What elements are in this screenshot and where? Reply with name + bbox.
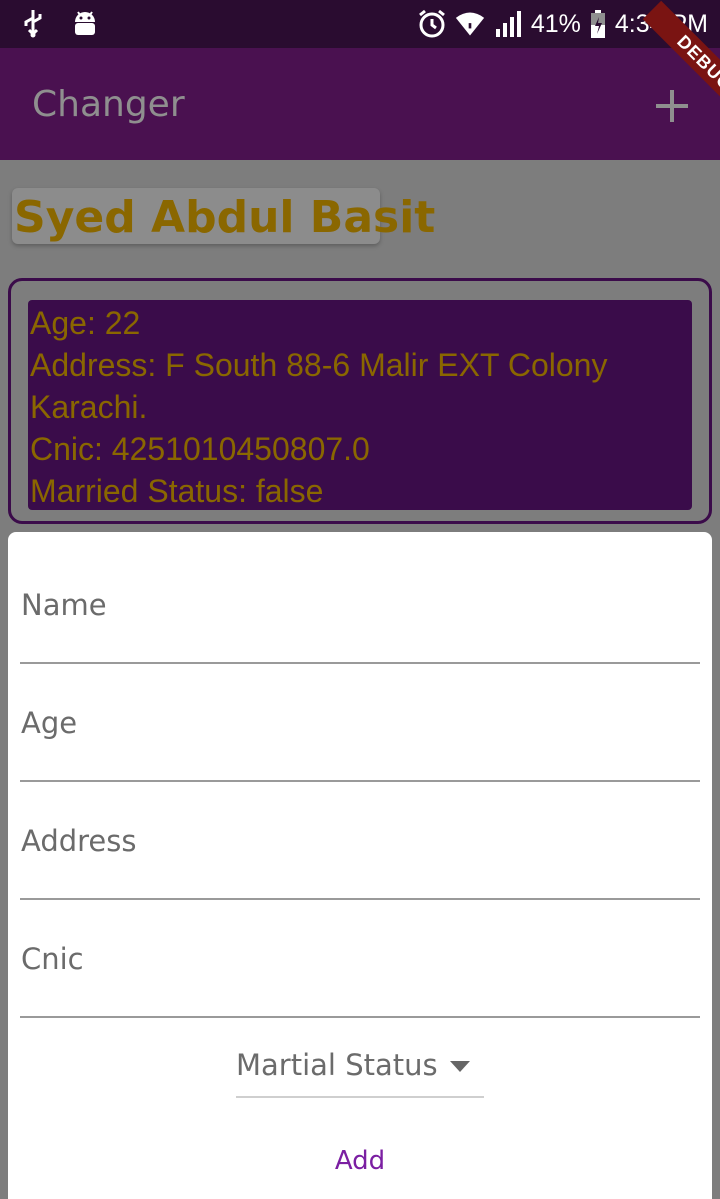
cnic-text: Cnic: 4251010450807.0 — [30, 431, 370, 467]
signal-icon — [493, 9, 523, 39]
battery-percent: 41% — [530, 10, 581, 38]
marital-status-label: Martial Status — [236, 1048, 438, 1082]
cnic-field-label: Cnic — [21, 942, 84, 976]
address-field-label: Address — [21, 824, 137, 858]
address-text: Address: F South 88-6 Malir EXT Colony — [30, 347, 608, 383]
app-bar: Changer — [0, 48, 720, 160]
android-debug-icon — [70, 8, 100, 38]
age-text: Age: 22 — [30, 305, 141, 341]
cnic-field[interactable]: Cnic — [20, 900, 700, 1018]
address-city-text: Karachi. — [30, 389, 148, 425]
alarm-icon — [417, 9, 447, 39]
name-field-label: Name — [21, 588, 107, 622]
person-name: Syed Abdul Basit — [14, 192, 436, 243]
status-bar: 41% 4:34 PM — [0, 0, 720, 48]
battery-icon — [589, 9, 607, 39]
app-title: Changer — [32, 84, 185, 125]
marital-status-dropdown[interactable]: Martial Status — [236, 1040, 484, 1098]
age-field[interactable]: Age — [20, 664, 700, 782]
address-field[interactable]: Address — [20, 782, 700, 900]
person-info-card: Age: 22 Address: F South 88-6 Malir EXT … — [28, 300, 692, 510]
age-field-label: Age — [21, 706, 78, 740]
dropdown-arrow-icon — [450, 1060, 470, 1072]
add-icon[interactable] — [652, 86, 692, 126]
usb-icon — [18, 8, 48, 38]
name-field[interactable]: Name — [20, 546, 700, 664]
wifi-icon — [455, 9, 485, 39]
add-button[interactable]: Add — [300, 1136, 420, 1186]
married-status-text: Married Status: false — [30, 473, 324, 509]
